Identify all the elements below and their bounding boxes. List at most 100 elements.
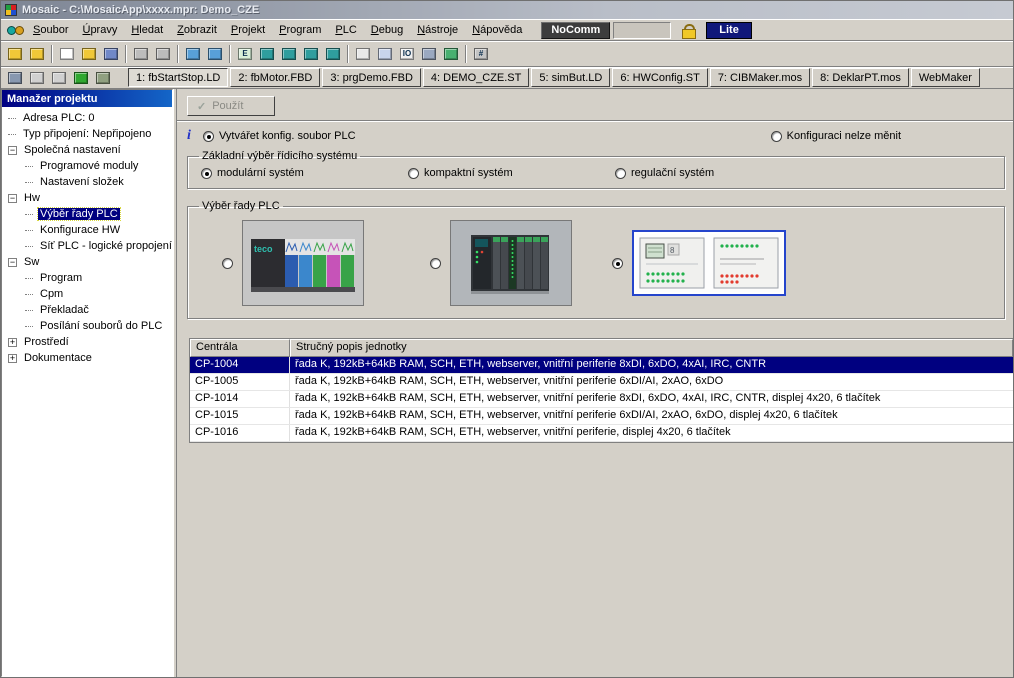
radio-config-locked-control[interactable]: [771, 131, 782, 142]
tree-item-adresa-plc-0[interactable]: Adresa PLC: 0: [2, 110, 172, 126]
config-mode-row: i Vytvářet konfig. soubor PLC Konfigurac…: [187, 126, 1013, 146]
apply-button[interactable]: ✓ Použít: [187, 96, 275, 116]
menu-program[interactable]: Program: [272, 21, 328, 39]
output-window-icon[interactable]: [48, 68, 70, 88]
comm-lock-icon[interactable]: [681, 23, 696, 38]
radio-regulacni-system-control[interactable]: [615, 168, 626, 179]
tree-item-dokumentace[interactable]: +Dokumentace: [2, 350, 172, 366]
tree-item-konfigurace-hw[interactable]: Konfigurace HW: [2, 222, 172, 238]
refresh-project-icon[interactable]: [70, 68, 92, 88]
file-tab-4-demo-cze-st[interactable]: 4: DEMO_CZE.ST: [423, 68, 529, 87]
file-tab-2-fbmotor-fbd[interactable]: 2: fbMotor.FBD: [230, 68, 320, 87]
menu-zobrazit[interactable]: Zobrazit: [170, 21, 224, 39]
print-all-icon[interactable]: [152, 44, 174, 64]
tree-item-typ-pripojeni-nepripojeno[interactable]: Typ připojení: Nepřipojeno: [2, 126, 172, 142]
tree-item-sit-plc-logicke-propojeni[interactable]: Síť PLC - logické propojení: [2, 238, 172, 254]
radio-series-cp10xx[interactable]: [612, 258, 623, 269]
radio-create-config-file-control[interactable]: [203, 131, 214, 142]
radio-series-foxtrot[interactable]: [222, 258, 233, 269]
tree-item-spolecna-nastaveni[interactable]: −Společná nastavení: [2, 142, 172, 158]
plc-series-option-tc700[interactable]: [430, 220, 572, 306]
menu-plc[interactable]: PLC: [328, 21, 363, 39]
file-tab-3-prgdemo-fbd[interactable]: 3: prgDemo.FBD: [322, 68, 421, 87]
redo-icon[interactable]: [204, 44, 226, 64]
ladder-editor-icon[interactable]: [278, 44, 300, 64]
menu-nastroje[interactable]: Nástroje: [410, 21, 465, 39]
undo-icon[interactable]: [182, 44, 204, 64]
menu-debug[interactable]: Debug: [364, 21, 410, 39]
plc-row-cp-1004[interactable]: CP-1004řada K, 192kB+64kB RAM, SCH, ETH,…: [190, 357, 1013, 374]
file-tab-5-simbut-ld[interactable]: 5: simBut.LD: [531, 68, 610, 87]
column-header-popis[interactable]: Stručný popis jednotky: [290, 339, 1013, 357]
info-icon: i: [187, 128, 203, 144]
tree-branch-line: [25, 230, 33, 231]
plc-row-cp-1016[interactable]: CP-1016řada K, 192kB+64kB RAM, SCH, ETH,…: [190, 425, 1013, 442]
plc-row-cp-1005[interactable]: CP-1005řada K, 192kB+64kB RAM, SCH, ETH,…: [190, 374, 1013, 391]
menu-napoveda[interactable]: Nápověda: [465, 21, 529, 39]
file-tab-8-deklarpt-mos[interactable]: 8: DeklarPT.mos: [812, 68, 909, 87]
radio-kompaktni-system[interactable]: kompaktní systém: [408, 167, 615, 179]
save-file-icon[interactable]: [100, 44, 122, 64]
tree-item-programove-moduly[interactable]: Programové moduly: [2, 158, 172, 174]
file-tab-6-hwconfig-st[interactable]: 6: HWConfig.ST: [612, 68, 707, 87]
comm-mode-button[interactable]: NoComm: [541, 22, 610, 39]
file-tab-webmaker[interactable]: WebMaker: [911, 68, 980, 87]
network-icon[interactable]: [440, 44, 462, 64]
tree-item-sw[interactable]: −Sw: [2, 254, 172, 270]
calculator-icon[interactable]: [418, 44, 440, 64]
plc-row-cp-1014[interactable]: CP-1014řada K, 192kB+64kB RAM, SCH, ETH,…: [190, 391, 1013, 408]
editor-window-icon[interactable]: [26, 68, 48, 88]
new-file-icon[interactable]: [56, 44, 78, 64]
radio-regulacni-system-label: regulační systém: [631, 167, 714, 179]
menu-soubor[interactable]: Soubor: [26, 21, 75, 39]
comm-settings-icon[interactable]: [92, 68, 114, 88]
radio-regulacni-system[interactable]: regulační systém: [615, 167, 822, 179]
collapse-icon[interactable]: −: [8, 258, 17, 267]
menu-projekt[interactable]: Projekt: [224, 21, 272, 39]
tree-item-prostredi[interactable]: +Prostředí: [2, 334, 172, 350]
radio-config-locked[interactable]: Konfiguraci nelze měnit: [771, 130, 901, 142]
tree-item-label: Program: [38, 272, 84, 284]
plc-series-option-foxtrot[interactable]: teco: [222, 220, 364, 306]
plc-row-cp-1015[interactable]: CP-1015řada K, 192kB+64kB RAM, SCH, ETH,…: [190, 408, 1013, 425]
file-tab-1-fbstartstop-ld[interactable]: 1: fbStartStop.LD: [128, 68, 228, 87]
project-tree: Adresa PLC: 0Typ připojení: Nepřipojeno−…: [2, 107, 172, 676]
plc-series-option-cp10xx[interactable]: 8: [612, 230, 786, 296]
new-project-icon[interactable]: [4, 44, 26, 64]
collapse-icon[interactable]: −: [8, 194, 17, 203]
menu-upravy[interactable]: Úpravy: [75, 21, 124, 39]
tree-item-vyber-rady-plc[interactable]: Výběr řady PLC: [2, 206, 172, 222]
radio-kompaktni-system-control[interactable]: [408, 168, 419, 179]
tree-item-cpm[interactable]: Cpm: [2, 286, 172, 302]
comm-mode-value: NoComm: [551, 24, 600, 36]
grid-icon[interactable]: [352, 44, 374, 64]
expand-icon[interactable]: +: [8, 338, 17, 347]
file-tab-7-cibmaker-mos[interactable]: 7: CIBMaker.mos: [710, 68, 810, 87]
tree-item-program[interactable]: Program: [2, 270, 172, 286]
open-project-icon[interactable]: [26, 44, 48, 64]
expand-icon[interactable]: +: [8, 354, 17, 363]
tree-item-nastaveni-slozek[interactable]: Nastavení složek: [2, 174, 172, 190]
tree-item-hw[interactable]: −Hw: [2, 190, 172, 206]
project-manager-window-icon[interactable]: [4, 68, 26, 88]
tree-branch-line: [25, 294, 33, 295]
radio-modularni-system-control[interactable]: [201, 168, 212, 179]
collapse-icon[interactable]: −: [8, 146, 17, 155]
st-editor-icon[interactable]: [322, 44, 344, 64]
fbd-editor-icon[interactable]: [300, 44, 322, 64]
tree-item-posilani-souboru-do-plc[interactable]: Posílání souborů do PLC: [2, 318, 172, 334]
open-file-icon[interactable]: [78, 44, 100, 64]
column-header-centrala[interactable]: Centrála: [190, 339, 290, 357]
radio-create-config-file[interactable]: Vytvářet konfig. soubor PLC: [203, 130, 356, 142]
print-icon[interactable]: [130, 44, 152, 64]
iec-editor-icon[interactable]: E: [234, 44, 256, 64]
instruction-list-editor-icon[interactable]: [256, 44, 278, 64]
io-config-icon[interactable]: IO: [396, 44, 418, 64]
symbol-grid-icon[interactable]: #: [470, 44, 492, 64]
radio-series-tc700[interactable]: [430, 258, 441, 269]
pou-table-icon[interactable]: [374, 44, 396, 64]
menu-hledat[interactable]: Hledat: [124, 21, 170, 39]
radio-modularni-system[interactable]: modulární systém: [201, 167, 408, 179]
mosaic-logo-icon: [7, 24, 23, 36]
tree-item-prekladac[interactable]: Překladač: [2, 302, 172, 318]
